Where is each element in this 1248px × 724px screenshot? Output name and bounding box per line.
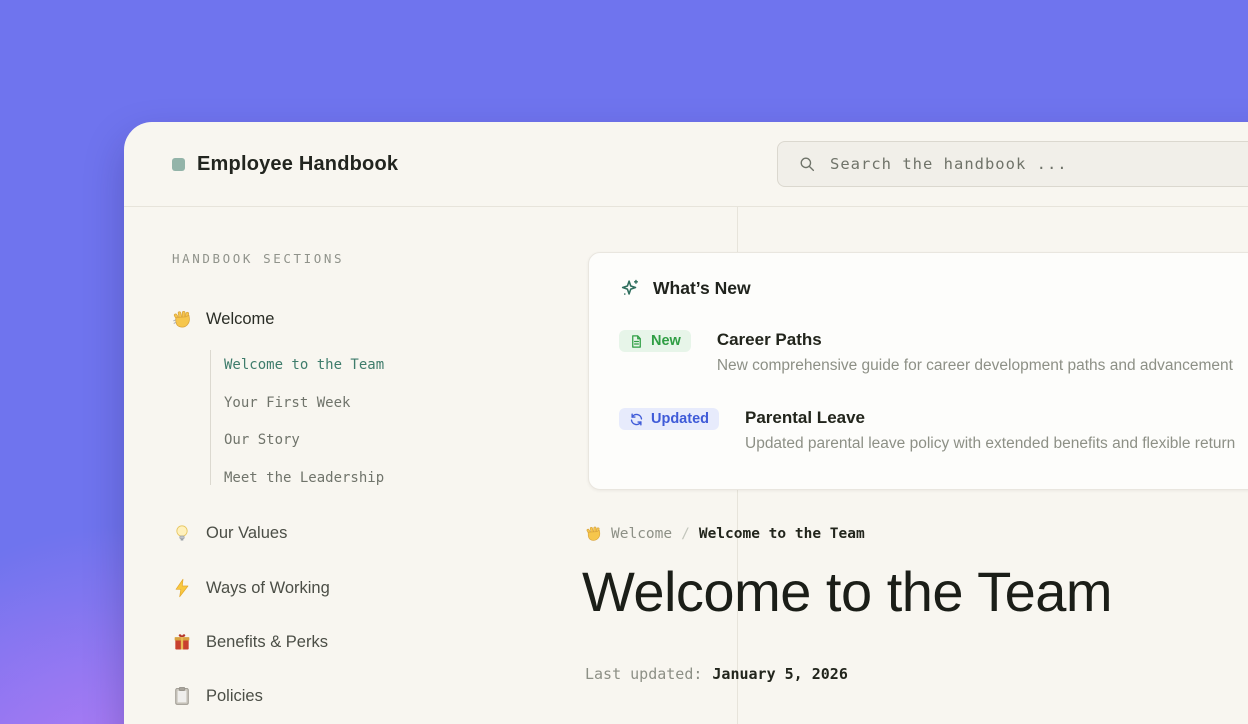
- whats-new-header: What’s New: [619, 277, 1248, 299]
- sidebar-subitem-label: Our Story: [224, 432, 300, 448]
- new-badge: New: [619, 330, 691, 352]
- whats-new-item-title: Career Paths: [717, 329, 1233, 351]
- whats-new-card: What’s New New Career Paths New comprehe…: [588, 252, 1248, 490]
- sidebar-item-label: Our Values: [206, 524, 287, 543]
- whats-new-item-title: Parental Leave: [745, 407, 1235, 429]
- sidebar-subitem-our-story[interactable]: Our Story: [224, 431, 300, 449]
- search-bar[interactable]: [777, 141, 1248, 187]
- gift-icon: [172, 632, 192, 652]
- search-input[interactable]: [830, 155, 1248, 173]
- badge-label: Updated: [651, 411, 709, 427]
- sidebar-subitem-meet-the-leadership[interactable]: Meet the Leadership: [224, 469, 384, 487]
- bulb-icon: [172, 523, 192, 543]
- updated-badge: Updated: [619, 408, 719, 430]
- sidebar-item-label: Policies: [206, 687, 263, 706]
- badge-label: New: [651, 333, 681, 349]
- whats-new-item-text: Parental Leave Updated parental leave po…: [745, 407, 1235, 453]
- whats-new-item-description: New comprehensive guide for career devel…: [717, 357, 1233, 375]
- page-background: Employee Handbook HANDBOOK SECTIONS: [0, 0, 1248, 724]
- whats-new-item-text: Career Paths New comprehensive guide for…: [717, 329, 1233, 375]
- refresh-icon: [629, 412, 644, 427]
- whats-new-item[interactable]: Updated Parental Leave Updated parental …: [619, 407, 1248, 453]
- whats-new-item[interactable]: New Career Paths New comprehensive guide…: [619, 329, 1248, 375]
- app-title: Employee Handbook: [197, 153, 398, 176]
- sidebar-subitem-label: Your First Week: [224, 395, 350, 411]
- sparkle-icon: [619, 277, 641, 299]
- app-header: Employee Handbook: [124, 122, 1248, 207]
- wave-icon: [172, 309, 192, 329]
- brand: Employee Handbook: [172, 122, 398, 206]
- sidebar-subitem-welcome-to-the-team[interactable]: Welcome to the Team: [224, 356, 384, 374]
- app-logo-icon: [172, 158, 185, 171]
- page-title: Welcome to the Team: [582, 559, 1112, 624]
- last-updated-value: January 5, 2026: [712, 665, 847, 683]
- breadcrumb-separator: /: [681, 526, 690, 542]
- whats-new-item-description: Updated parental leave policy with exten…: [745, 435, 1235, 453]
- sidebar-subsection-rail: [210, 350, 211, 485]
- sidebar-item-our-values[interactable]: Our Values: [172, 521, 287, 545]
- breadcrumb-section[interactable]: Welcome: [611, 526, 672, 542]
- breadcrumb: Welcome / Welcome to the Team: [585, 525, 865, 542]
- whats-new-title: What’s New: [653, 278, 751, 299]
- sidebar-subitem-label: Meet the Leadership: [224, 470, 384, 486]
- app-body: HANDBOOK SECTIONS Welcome Welcome to the…: [124, 207, 1248, 724]
- last-updated-label: Last updated:: [585, 665, 702, 683]
- sidebar-item-label: Welcome: [206, 310, 274, 329]
- wave-icon: [585, 525, 602, 542]
- sidebar-heading: HANDBOOK SECTIONS: [172, 251, 344, 266]
- sidebar-item-ways-of-working[interactable]: Ways of Working: [172, 576, 330, 600]
- lightning-icon: [172, 578, 192, 598]
- sidebar-subitem-your-first-week[interactable]: Your First Week: [224, 394, 350, 412]
- sidebar-item-welcome[interactable]: Welcome: [172, 307, 274, 331]
- app-window: Employee Handbook HANDBOOK SECTIONS: [124, 122, 1248, 724]
- last-updated: Last updated: January 5, 2026: [585, 665, 848, 683]
- sidebar-item-policies[interactable]: Policies: [172, 684, 263, 708]
- sidebar-subitem-label: Welcome to the Team: [224, 357, 384, 373]
- sidebar-item-label: Ways of Working: [206, 579, 330, 598]
- document-icon: [629, 334, 644, 349]
- sidebar-item-label: Benefits & Perks: [206, 633, 328, 652]
- sidebar-item-benefits-perks[interactable]: Benefits & Perks: [172, 630, 328, 654]
- breadcrumb-current-page: Welcome to the Team: [699, 526, 865, 542]
- search-icon: [798, 155, 816, 173]
- clipboard-icon: [172, 686, 192, 706]
